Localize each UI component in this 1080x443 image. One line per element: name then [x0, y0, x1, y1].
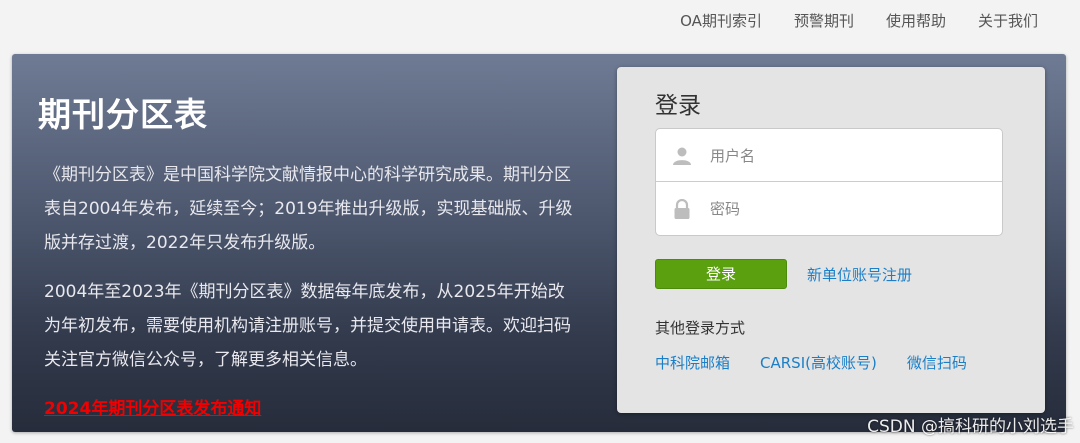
register-link[interactable]: 新单位账号注册 [807, 264, 912, 285]
user-icon [672, 146, 692, 166]
page-title: 期刊分区表 [38, 95, 208, 134]
release-paragraph: 2004年至2023年《期刊分区表》数据每年底发布，从2025年开始改为年初发布… [44, 282, 571, 370]
login-card: 登录 登录 新单位账号注册 其他登录方式 中科院邮箱 CARSI [617, 67, 1045, 413]
alt-login-methods: 中科院邮箱 CARSI(高校账号) 微信扫码 [655, 352, 967, 373]
watermark: CSDN @搞科研的小刘选手 [867, 417, 1074, 437]
password-input[interactable] [708, 185, 972, 232]
nav-link-about-us[interactable]: 关于我们 [978, 10, 1038, 31]
login-title: 登录 [655, 93, 701, 119]
password-row [656, 182, 1002, 235]
top-navigation: OA期刊索引 预警期刊 使用帮助 关于我们 [0, 0, 1080, 40]
wechat-scan-login-link[interactable]: 微信扫码 [907, 352, 967, 373]
login-button[interactable]: 登录 [655, 259, 787, 289]
lock-icon [672, 198, 692, 219]
carsi-login-link[interactable]: CARSI(高校账号) [760, 352, 877, 373]
other-login-label: 其他登录方式 [655, 319, 746, 337]
release-notice-link[interactable]: 2024年期刊分区表发布通知 [44, 394, 261, 419]
nav-link-warning-journals[interactable]: 预警期刊 [794, 10, 854, 31]
nav-link-oa-journal-index[interactable]: OA期刊索引 [680, 10, 762, 31]
top-nav-links: OA期刊索引 预警期刊 使用帮助 关于我们 [680, 10, 1038, 31]
username-input[interactable] [708, 132, 972, 179]
intro-paragraph: 《期刊分区表》是中国科学院文献情报中心的科学研究成果。期刊分区表自2004年发布… [44, 165, 573, 253]
nav-link-help[interactable]: 使用帮助 [886, 10, 946, 31]
cas-email-login-link[interactable]: 中科院邮箱 [655, 352, 730, 373]
username-row [656, 129, 1002, 182]
login-fields [655, 128, 1003, 236]
